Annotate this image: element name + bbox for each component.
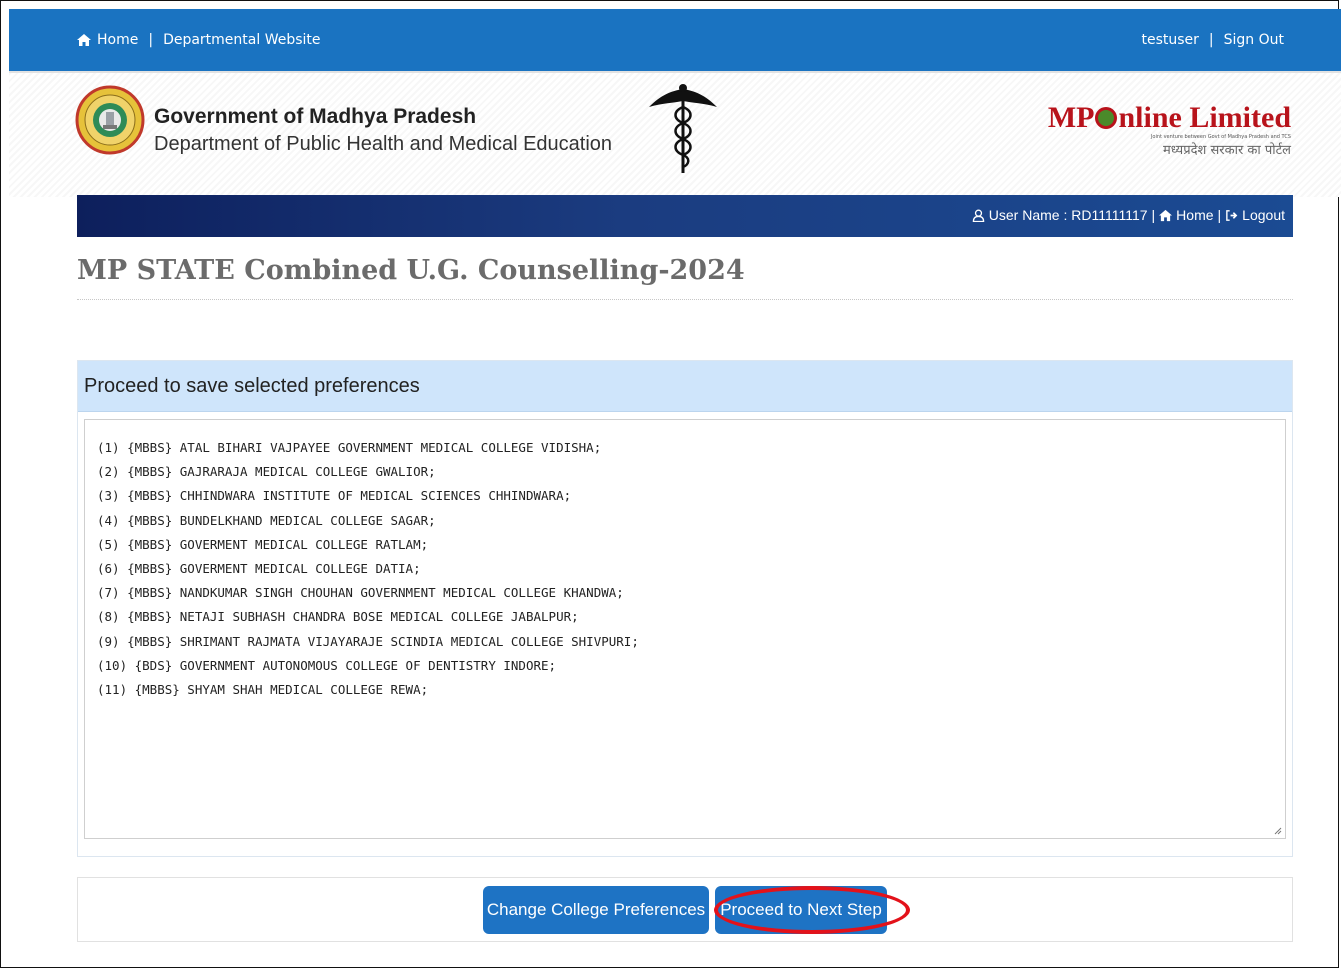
mponline-wordmark: MP nline Limited <box>1047 101 1291 134</box>
logout-icon <box>1226 209 1238 221</box>
userbar-home-link[interactable]: Home <box>1176 207 1213 223</box>
panel-heading: Proceed to save selected preferences <box>78 361 1292 412</box>
preference-line: (8) {MBBS} NETAJI SUBHASH CHANDRA BOSE M… <box>97 609 579 625</box>
username-label: testuser <box>1141 32 1199 48</box>
mponline-globe-icon <box>1095 107 1118 129</box>
mp-government-emblem-logo <box>75 85 145 155</box>
site-header: Government of Madhya Pradesh Department … <box>9 71 1341 197</box>
preference-line: (6) {MBBS} GOVERMENT MEDICAL COLLEGE DAT… <box>97 560 421 576</box>
mponline-hindi-tagline: मध्यप्रदेश सरकार का पोर्टल <box>1163 143 1291 158</box>
departmental-website-link[interactable]: Departmental Website <box>163 32 320 48</box>
user-icon <box>972 209 985 222</box>
user-name-label: User Name : RD11111117 <box>988 207 1148 223</box>
preference-line: (4) {MBBS} BUNDELKHAND MEDICAL COLLEGE S… <box>97 512 436 528</box>
mponline-logo: MP nline Limited Joint venture between Go… <box>1047 101 1291 159</box>
user-bar: User Name : RD11111117 | Home | Logout <box>77 195 1293 237</box>
preference-line: (1) {MBBS} ATAL BIHARI VAJPAYEE GOVERNME… <box>97 440 602 455</box>
action-bar: Change College Preferences Proceed to Ne… <box>77 877 1293 942</box>
preference-line: (5) {MBBS} GOVERMENT MEDICAL COLLEGE RAT… <box>97 536 429 552</box>
separator: | <box>1151 207 1156 223</box>
home-icon <box>77 34 91 46</box>
separator: | <box>148 32 154 48</box>
sign-out-link[interactable]: Sign Out <box>1224 32 1284 48</box>
caduceus-icon <box>649 84 717 173</box>
preference-line: (7) {MBBS} NANDKUMAR SINGH CHOUHAN GOVER… <box>97 585 624 601</box>
logout-link[interactable]: Logout <box>1242 207 1285 223</box>
government-title: Government of Madhya Pradesh <box>154 105 477 128</box>
preferences-textarea[interactable]: (1) {MBBS} ATAL BIHARI VAJPAYEE GOVERNME… <box>84 419 1286 839</box>
preference-line: (11) {MBBS} SHYAM SHAH MEDICAL COLLEGE R… <box>97 681 429 697</box>
department-subtitle: Department of Public Health and Medical … <box>154 133 613 155</box>
separator: | <box>1217 207 1222 223</box>
top-navbar: Home | Departmental Website testuser | S… <box>9 9 1341 71</box>
page-title: MP STATE Combined U.G. Counselling-2024 <box>77 255 745 286</box>
home-icon <box>1159 209 1173 221</box>
resize-grip-icon[interactable] <box>1274 827 1282 835</box>
preference-line: (2) {MBBS} GAJRARAJA MEDICAL COLLEGE GWA… <box>97 464 436 480</box>
title-divider <box>77 299 1293 300</box>
proceed-to-next-step-button[interactable]: Proceed to Next Step <box>715 886 887 934</box>
preferences-panel: Proceed to save selected preferences (1)… <box>77 360 1293 857</box>
change-college-preferences-button[interactable]: Change College Preferences <box>483 886 709 934</box>
preference-line: (3) {MBBS} CHHINDWARA INSTITUTE OF MEDIC… <box>97 488 572 504</box>
separator: | <box>1208 32 1214 48</box>
preference-line: (10) {BDS} GOVERNMENT AUTONOMOUS COLLEGE… <box>97 657 557 673</box>
home-link[interactable]: Home <box>97 32 138 48</box>
preference-line: (9) {MBBS} SHRIMANT RAJMATA VIJAYARAJE S… <box>97 633 639 649</box>
